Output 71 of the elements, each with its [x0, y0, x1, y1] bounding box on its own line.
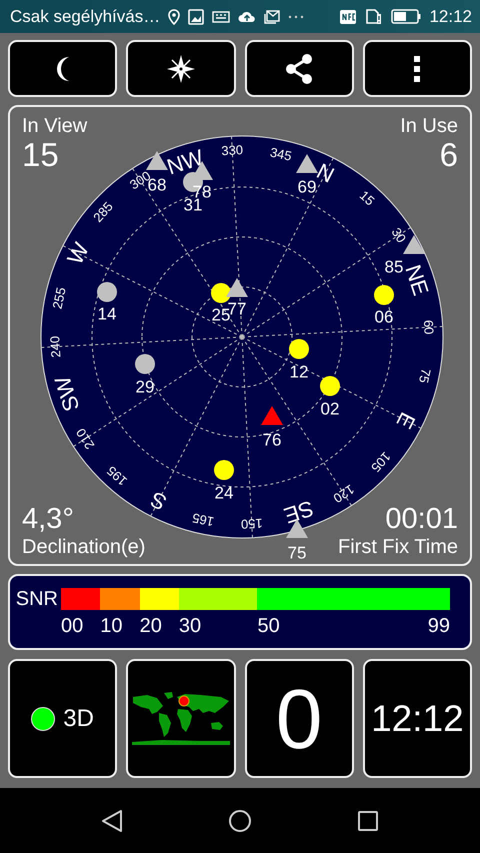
snr-tick-label: 50 [257, 615, 280, 637]
compass-label: NW [164, 144, 206, 180]
satellite-label: 06 [374, 308, 394, 326]
first-fix-label: First Fix Time [338, 536, 458, 558]
menu-icon [413, 56, 422, 82]
bearing-label: 165 [190, 510, 216, 530]
compass-label: W [62, 238, 94, 268]
in-use-count: 6 [440, 137, 458, 174]
recents-icon[interactable] [357, 810, 380, 832]
satellite-label: 12 [290, 362, 308, 382]
bearing-label: 30 [388, 225, 410, 246]
in-view-label: In View [22, 115, 88, 137]
snr-label: SNR [14, 588, 59, 612]
compass-label: E [391, 408, 420, 433]
clock-text: 12:12 [371, 696, 464, 741]
bearing-label: 15 [356, 188, 378, 208]
battery-icon [391, 9, 422, 24]
compass-label: SE [281, 496, 317, 528]
status-time: 12:12 [429, 6, 472, 28]
back-icon[interactable] [100, 808, 123, 832]
in-use-label: In Use [400, 115, 458, 137]
image-icon [188, 8, 204, 24]
snr-tick-label: 30 [178, 615, 202, 637]
compass-rose-icon [166, 54, 196, 84]
satellite-label: 85 [384, 258, 404, 276]
satellite-label: 75 [288, 544, 306, 562]
fix-label: 3D [63, 704, 94, 734]
home-icon[interactable] [228, 808, 252, 832]
snr-tick-label: 20 [140, 615, 162, 637]
satellite-label: 29 [136, 378, 154, 396]
satellite-label: 02 [320, 400, 340, 418]
satellite-label: 24 [214, 484, 234, 502]
bearing-label: 330 [220, 142, 244, 158]
bearing-label: 105 [368, 449, 394, 476]
declination-value: 4,3° [22, 504, 75, 536]
in-view-count: 15 [22, 137, 60, 174]
keyboard-icon [212, 10, 230, 22]
compass-button[interactable] [126, 40, 236, 97]
bearing-label: 255 [50, 286, 69, 310]
snr-tick-label: 10 [100, 615, 123, 637]
share-button[interactable] [244, 40, 354, 97]
sim-alert-icon [365, 8, 384, 25]
bearing-label: 75 [416, 367, 434, 385]
more-icon [288, 14, 304, 18]
share-icon [284, 52, 314, 84]
compass-label: SW [50, 373, 84, 415]
bearing-label: 195 [104, 463, 130, 489]
snr-tick-label: 00 [61, 615, 84, 637]
compass-label: S [146, 486, 171, 516]
declination-label: Declination(e) [22, 536, 146, 558]
bearing-label: 120 [330, 482, 358, 506]
carrier-text: Csak segélyhívás… [10, 6, 160, 28]
location-icon [168, 8, 180, 24]
satellite-label: 14 [98, 304, 116, 324]
bearing-label: 285 [90, 198, 116, 225]
bearing-label: 345 [268, 144, 294, 164]
nfc-icon [339, 8, 358, 24]
bearing-label: 150 [240, 516, 264, 532]
bearing-label: 210 [72, 426, 98, 452]
mail-icon [264, 10, 280, 24]
menu-button[interactable] [362, 40, 472, 97]
satellite-label: 69 [298, 178, 316, 196]
bearing-label: 240 [47, 336, 64, 358]
first-fix-value: 00:01 [385, 504, 458, 536]
satellite-label: 76 [262, 430, 282, 450]
tile-value: 0 [276, 676, 322, 760]
bearing-label: 60 [420, 320, 437, 335]
night-mode-button[interactable] [8, 40, 118, 97]
snr-tick-label: 99 [428, 615, 450, 637]
cloud-upload-icon [238, 10, 256, 23]
satellite-label: 25 [212, 306, 230, 324]
